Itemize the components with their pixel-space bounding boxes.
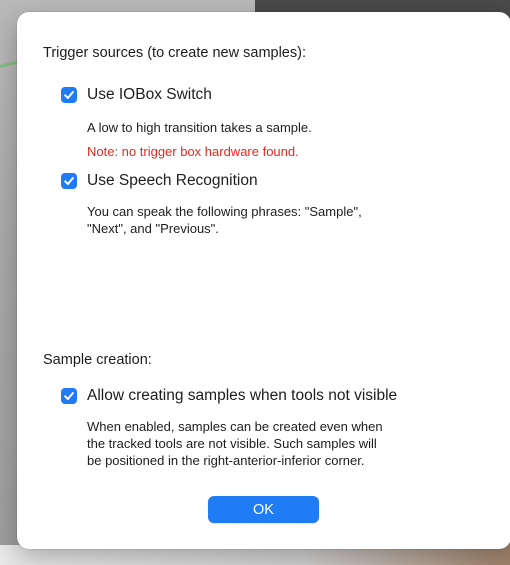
allow-invisible-description-line-2: the tracked tools are not visible. Such … bbox=[87, 436, 377, 451]
iobox-switch-description: A low to high transition takes a sample. bbox=[87, 120, 312, 135]
speech-description-line-1: You can speak the following phrases: "Sa… bbox=[87, 204, 362, 219]
iobox-switch-checkbox[interactable] bbox=[61, 87, 77, 103]
speech-description-line-2: "Next", and "Previous". bbox=[87, 221, 219, 236]
settings-sheet: Trigger sources (to create new samples):… bbox=[17, 12, 510, 549]
iobox-hardware-warning: Note: no trigger box hardware found. bbox=[87, 144, 299, 159]
trigger-sources-heading: Trigger sources (to create new samples): bbox=[43, 45, 306, 61]
speech-recognition-label[interactable]: Use Speech Recognition bbox=[87, 172, 258, 190]
allow-invisible-description-line-1: When enabled, samples can be created eve… bbox=[87, 419, 383, 434]
allow-invisible-checkbox[interactable] bbox=[61, 388, 77, 404]
allow-invisible-checkbox-row[interactable]: Allow creating samples when tools not vi… bbox=[61, 387, 397, 405]
ok-button[interactable]: OK bbox=[208, 496, 319, 523]
sample-creation-heading: Sample creation: bbox=[43, 352, 152, 368]
iobox-switch-label[interactable]: Use IOBox Switch bbox=[87, 86, 212, 104]
speech-recognition-description: You can speak the following phrases: "Sa… bbox=[87, 203, 487, 237]
checkmark-icon bbox=[64, 177, 74, 185]
allow-invisible-label[interactable]: Allow creating samples when tools not vi… bbox=[87, 387, 397, 405]
allow-invisible-description: When enabled, samples can be created eve… bbox=[87, 418, 487, 469]
iobox-switch-checkbox-row[interactable]: Use IOBox Switch bbox=[61, 86, 212, 104]
speech-recognition-checkbox-row[interactable]: Use Speech Recognition bbox=[61, 172, 258, 190]
speech-recognition-checkbox[interactable] bbox=[61, 173, 77, 189]
checkmark-icon bbox=[64, 392, 74, 400]
checkmark-icon bbox=[64, 91, 74, 99]
allow-invisible-description-line-3: be positioned in the right-anterior-infe… bbox=[87, 453, 365, 468]
